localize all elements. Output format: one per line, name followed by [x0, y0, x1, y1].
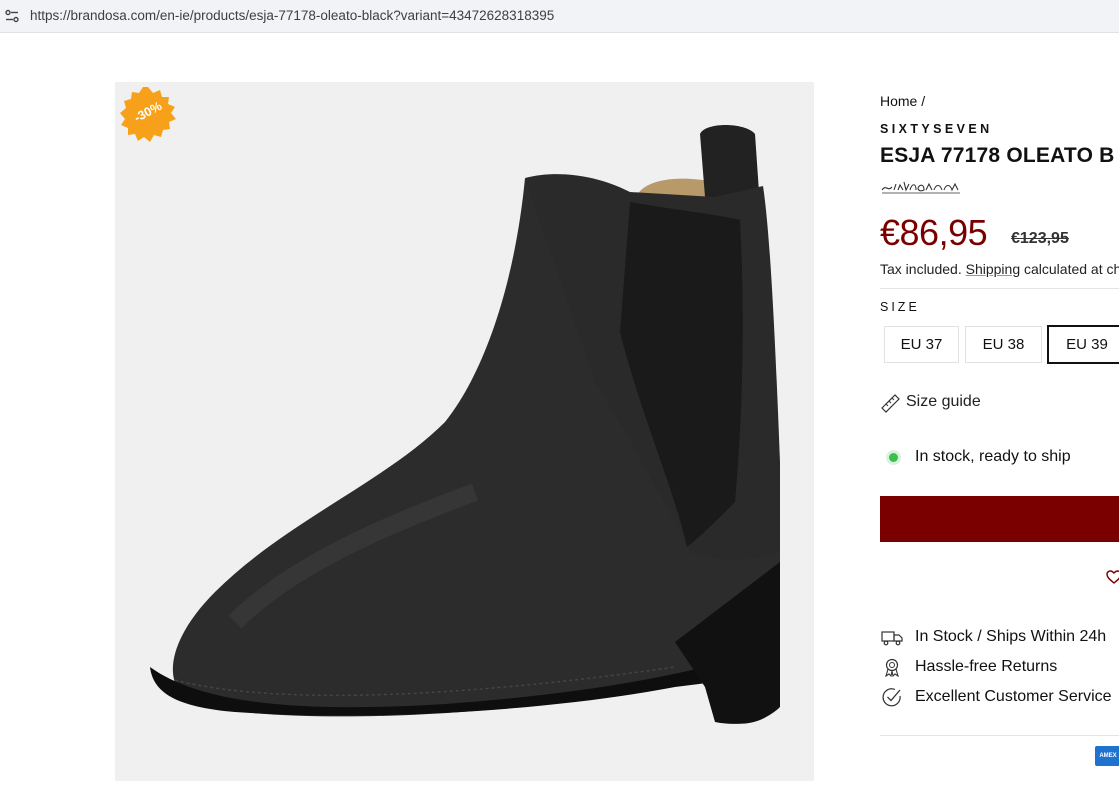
address-bar[interactable]: https://brandosa.com/en-ie/products/esja…: [0, 0, 1119, 33]
brand-logo[interactable]: [880, 178, 962, 196]
size-guide-label[interactable]: Size guide: [906, 393, 981, 411]
product-image[interactable]: -30%: [115, 82, 814, 781]
size-option-eu37[interactable]: EU 37: [884, 326, 959, 363]
award-icon: [885, 658, 899, 677]
divider: [880, 735, 1119, 736]
feature-returns-label: Hassle-free Returns: [915, 658, 1058, 675]
stock-status: In stock, ready to ship: [880, 448, 1071, 466]
amex-icon: AMEX: [1095, 746, 1119, 766]
product-vendor[interactable]: SIXTYSEVEN: [880, 122, 993, 136]
feature-service-label: Excellent Customer Service: [915, 688, 1112, 705]
size-option-eu38[interactable]: EU 38: [965, 326, 1042, 363]
truck-icon: [881, 631, 903, 646]
divider: [880, 288, 1119, 289]
url-text[interactable]: https://brandosa.com/en-ie/products/esja…: [30, 8, 554, 23]
feature-shipping: In Stock / Ships Within 24h: [880, 627, 1106, 647]
compare-at-price: €123,95: [1011, 230, 1069, 247]
stock-text: In stock, ready to ship: [915, 448, 1071, 465]
boot-image: [150, 125, 781, 724]
tax-note-prefix: Tax included.: [880, 261, 962, 277]
product-price: €86,95: [880, 212, 988, 253]
shipping-link[interactable]: Shipping: [966, 261, 1021, 277]
heart-icon[interactable]: [1106, 569, 1119, 585]
feature-shipping-label: In Stock / Ships Within 24h: [915, 628, 1107, 645]
check-circle-icon: [882, 688, 901, 707]
site-settings-icon[interactable]: [4, 8, 20, 24]
size-label: SIZE: [880, 300, 920, 314]
size-option-eu39[interactable]: EU 39: [1047, 325, 1119, 364]
feature-service: Excellent Customer Service: [880, 687, 1112, 707]
tax-note-suffix: calculated at ch: [1024, 261, 1119, 277]
product-title: ESJA 77178 OLEATO B: [880, 144, 1115, 167]
ruler-icon: [881, 393, 900, 413]
add-to-cart-button[interactable]: [880, 496, 1119, 542]
in-stock-dot-icon: [889, 452, 898, 462]
tax-note: Tax included. Shipping calculated at ch: [880, 261, 1119, 277]
size-guide-link[interactable]: Size guide: [880, 390, 981, 414]
feature-returns: Hassle-free Returns: [880, 657, 1057, 677]
breadcrumb-home[interactable]: Home /: [880, 93, 925, 109]
